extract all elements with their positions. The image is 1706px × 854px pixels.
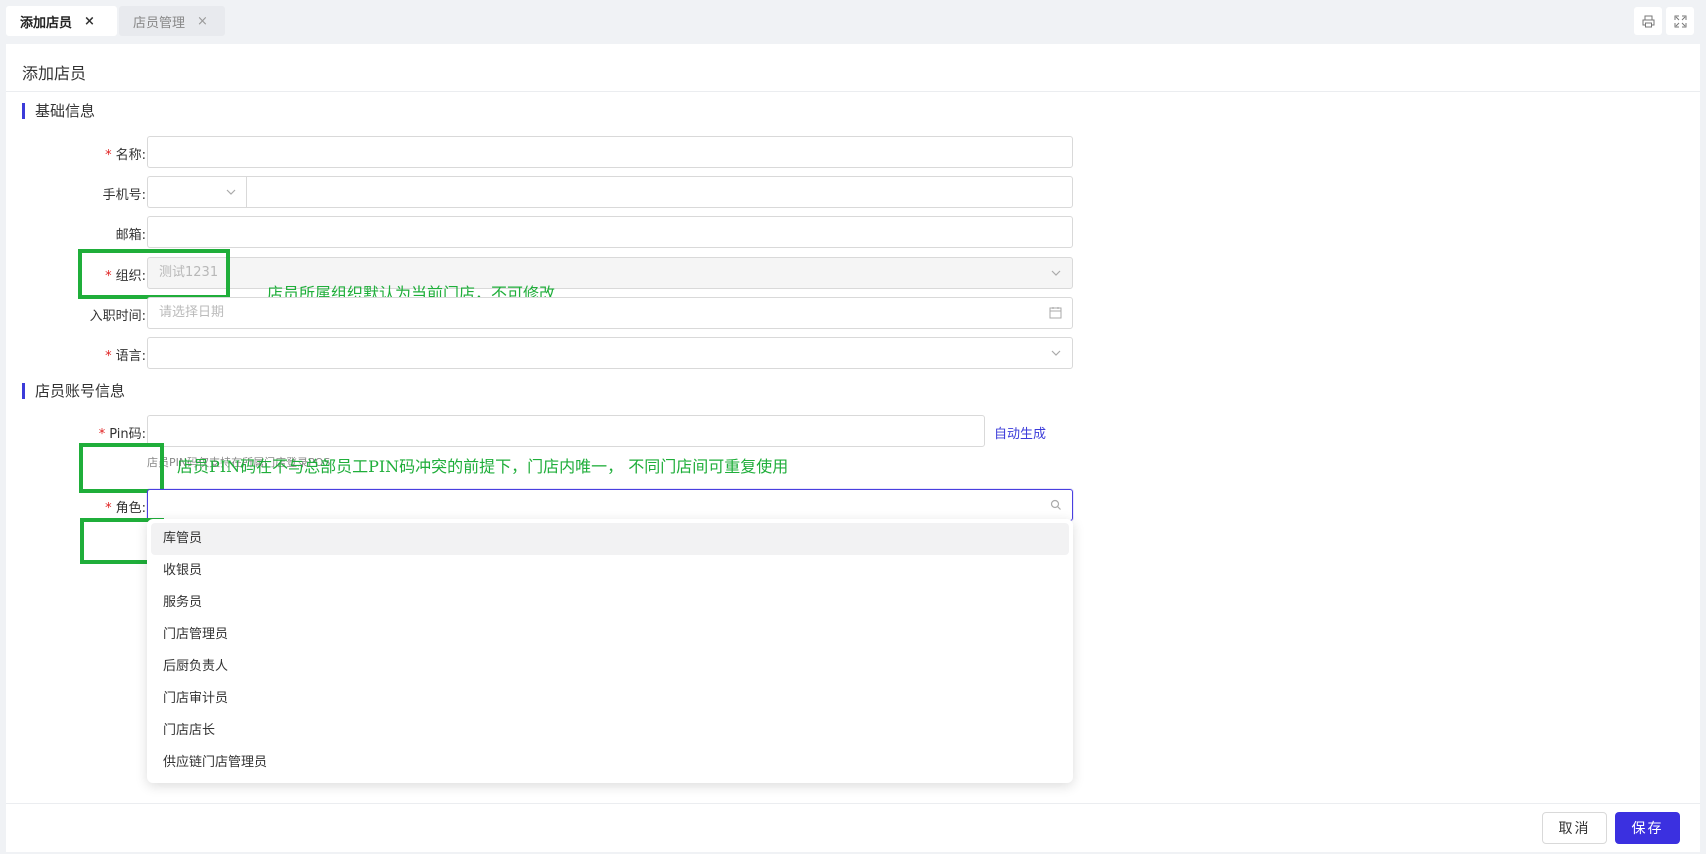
section-basic-info: 基础信息 <box>22 103 95 119</box>
phone-country-select[interactable] <box>147 176 247 208</box>
chevron-down-icon <box>1050 338 1062 371</box>
language-label: * 语言: <box>105 349 146 364</box>
role-option[interactable]: 门店店长 <box>151 715 1069 747</box>
name-input[interactable] <box>147 136 1073 168</box>
auto-generate-link[interactable]: 自动生成 <box>994 423 1046 442</box>
role-option[interactable]: 后厨负责人 <box>151 651 1069 683</box>
role-option[interactable]: 服务员 <box>151 587 1069 619</box>
close-icon[interactable]: × <box>197 14 208 29</box>
hire-date-label: 入职时间: <box>89 309 146 324</box>
role-option[interactable]: 门店管理员 <box>151 619 1069 651</box>
role-option[interactable]: 收银员 <box>151 555 1069 587</box>
divider <box>6 91 1700 92</box>
role-select[interactable] <box>147 489 1073 521</box>
email-label: 邮箱: <box>115 228 146 243</box>
role-option[interactable]: 门店审计员 <box>151 683 1069 715</box>
phone-label: 手机号: <box>102 188 146 203</box>
form-panel: 添加店员 基础信息 * 名称: 手机号: 邮箱: * 组织: 测试1231 店员所属… <box>6 44 1700 852</box>
tab-add-staff[interactable]: 添加店员 × <box>6 6 117 36</box>
language-select[interactable] <box>147 337 1073 369</box>
section-account-info: 店员账号信息 <box>22 383 125 399</box>
role-label: * 角色: <box>105 501 146 516</box>
close-icon[interactable]: × <box>84 14 95 29</box>
role-dropdown: 库管员 收银员 服务员 门店管理员 后厨负责人 门店审计员 门店店长 供应链门店… <box>147 519 1073 783</box>
pin-label: * Pin码: <box>98 427 146 442</box>
fullscreen-icon[interactable] <box>1666 7 1694 35</box>
annotation-box-org <box>78 249 230 299</box>
role-option[interactable]: 库管员 <box>151 523 1069 555</box>
pin-input[interactable] <box>147 415 985 447</box>
footer-divider <box>6 803 1700 804</box>
tab-staff-management[interactable]: 店员管理 × <box>119 6 225 36</box>
page-title: 添加店员 <box>22 64 87 83</box>
print-icon[interactable] <box>1634 7 1662 35</box>
hire-date-placeholder: 请选择日期 <box>159 305 225 320</box>
cancel-button[interactable]: 取消 <box>1542 812 1607 844</box>
tab-bar: 添加店员 × 店员管理 × <box>0 0 1706 44</box>
chevron-down-icon <box>1050 258 1062 291</box>
calendar-icon <box>1049 298 1062 331</box>
name-label: * 名称: <box>105 148 146 163</box>
role-option[interactable]: 供应链门店管理员 <box>151 747 1069 779</box>
save-button[interactable]: 保存 <box>1615 812 1680 844</box>
annotation-box-pin <box>79 443 164 493</box>
tab-label: 添加店员 <box>20 15 73 31</box>
hire-date-picker[interactable]: 请选择日期 <box>147 297 1073 329</box>
chevron-down-icon <box>225 177 237 210</box>
tab-label: 店员管理 <box>133 15 186 31</box>
annotation-pin: 店员PIN码在不与总部员工PIN码冲突的前提下，门店内唯一， 不同门店间可重复使… <box>177 457 789 476</box>
email-input[interactable] <box>147 216 1073 248</box>
phone-input[interactable] <box>246 176 1073 208</box>
